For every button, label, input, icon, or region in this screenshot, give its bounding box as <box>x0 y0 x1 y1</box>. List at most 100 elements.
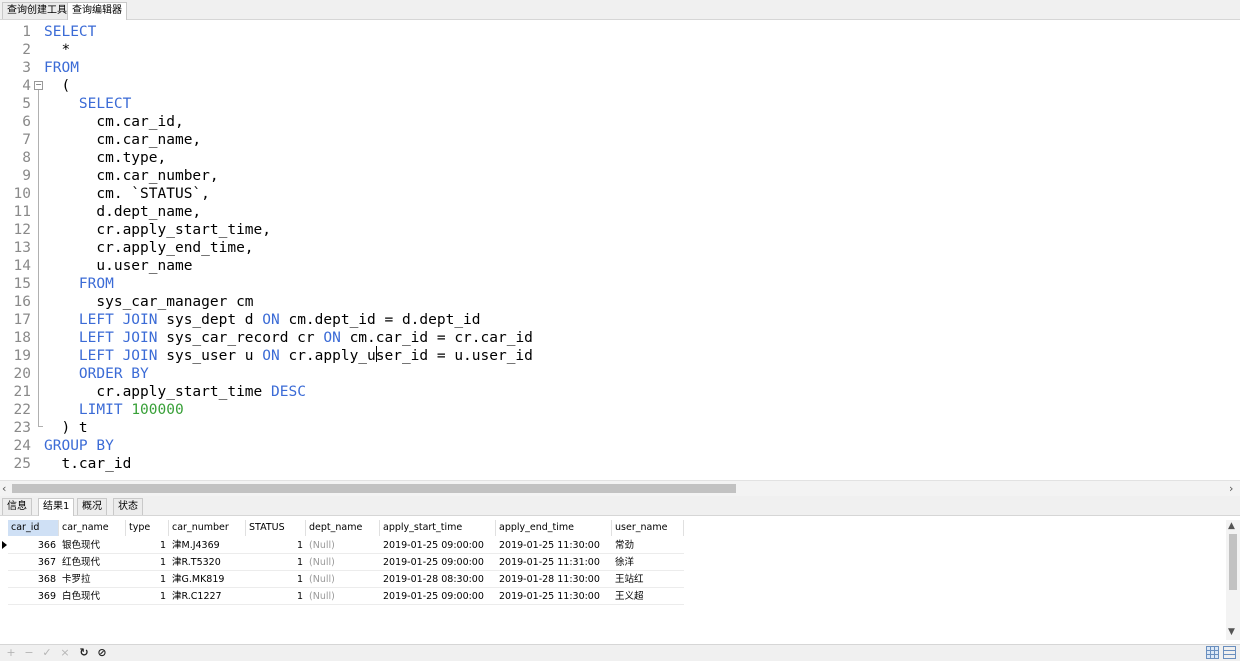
grid-cell[interactable]: 红色现代 <box>59 554 126 571</box>
scrollbar-thumb[interactable] <box>1229 534 1237 590</box>
code-line[interactable]: cr.apply_end_time, <box>44 239 253 257</box>
grid-vertical-scrollbar[interactable]: ▲ ▼ <box>1226 520 1240 640</box>
grid-cell[interactable]: 王站红 <box>612 571 684 588</box>
code-line[interactable]: GROUP BY <box>44 437 114 455</box>
scroll-up-icon[interactable]: ▲ <box>1228 521 1235 531</box>
form-view-icon[interactable] <box>1223 646 1236 659</box>
tab-query-builder[interactable]: 查询创建工具 <box>2 2 72 19</box>
code-line[interactable]: ) t <box>44 419 87 437</box>
grid-cell[interactable]: 津R.C1227 <box>169 588 246 605</box>
code-line[interactable]: SELECT <box>44 95 131 113</box>
code-line[interactable]: ORDER BY <box>44 365 149 383</box>
tab-info[interactable]: 信息 <box>2 498 32 515</box>
tab-result1[interactable]: 结果1 <box>38 498 75 516</box>
scroll-down-icon[interactable]: ▼ <box>1228 627 1235 637</box>
line-number: 23 <box>13 420 31 436</box>
column-header-car-name[interactable]: car_name <box>59 520 126 536</box>
discard-changes-button[interactable]: × <box>58 645 72 661</box>
line-number: 6 <box>22 114 31 130</box>
grid-cell[interactable]: 2019-01-25 11:31:00 <box>496 554 612 571</box>
code-line[interactable]: sys_car_manager cm <box>44 293 253 311</box>
grid-cell[interactable]: 徐洋 <box>612 554 684 571</box>
grid-cell[interactable]: 366 <box>8 537 59 554</box>
grid-cell[interactable]: 津R.T5320 <box>169 554 246 571</box>
grid-cell[interactable]: 银色现代 <box>59 537 126 554</box>
code-line[interactable]: LEFT JOIN sys_user u ON cr.apply_user_id… <box>44 347 533 365</box>
tab-query-editor[interactable]: 查询编辑器 <box>67 2 127 20</box>
grid-cell[interactable]: 1 <box>126 588 169 605</box>
grid-cell[interactable]: (Null) <box>306 588 380 605</box>
grid-cell[interactable]: 2019-01-28 11:30:00 <box>496 571 612 588</box>
code-line[interactable]: cm. `STATUS`, <box>44 185 210 203</box>
code-line[interactable]: cm.car_id, <box>44 113 183 131</box>
grid-cell[interactable]: 王义超 <box>612 588 684 605</box>
grid-cell[interactable]: 1 <box>246 537 306 554</box>
grid-cell[interactable]: 1 <box>246 571 306 588</box>
refresh-button[interactable]: ↻ <box>77 645 91 661</box>
code-line[interactable]: d.dept_name, <box>44 203 201 221</box>
code-line[interactable]: u.user_name <box>44 257 192 275</box>
sql-editor[interactable]: 1 2 3 4 5 6 7 8 9 10 11 12 13 14 15 16 17 18 19 20 21 22 23 24 2… <box>0 20 1240 480</box>
column-header-status[interactable]: STATUS <box>246 520 306 536</box>
code-line[interactable]: LEFT JOIN sys_car_record cr ON cm.car_id… <box>44 329 533 347</box>
column-header-dept-name[interactable]: dept_name <box>306 520 380 536</box>
code-line[interactable]: cm.type, <box>44 149 166 167</box>
grid-cell[interactable]: 1 <box>126 571 169 588</box>
stop-button[interactable]: ⊘ <box>95 645 109 661</box>
code-line[interactable]: cm.car_number, <box>44 167 218 185</box>
grid-cell[interactable]: 2019-01-25 09:00:00 <box>380 537 496 554</box>
grid-view-icon[interactable] <box>1206 646 1219 659</box>
column-header-car-id[interactable]: car_id <box>8 520 59 536</box>
code-line[interactable]: t.car_id <box>44 455 131 473</box>
grid-cell[interactable]: 368 <box>8 571 59 588</box>
scrollbar-thumb[interactable] <box>12 484 736 493</box>
grid-cell[interactable]: 白色现代 <box>59 588 126 605</box>
code-line[interactable]: LIMIT 100000 <box>44 401 184 419</box>
code-line[interactable]: cm.car_name, <box>44 131 201 149</box>
code-line[interactable]: cr.apply_start_time DESC <box>44 383 306 401</box>
code-line[interactable]: ( <box>44 77 70 95</box>
grid-cell[interactable]: 2019-01-25 11:30:00 <box>496 588 612 605</box>
grid-cell[interactable]: 1 <box>126 537 169 554</box>
column-header-apply-start-time[interactable]: apply_start_time <box>380 520 496 536</box>
tab-profile[interactable]: 概况 <box>77 498 107 515</box>
code-line[interactable]: FROM <box>44 59 79 77</box>
grid-cell[interactable]: 2019-01-28 08:30:00 <box>380 571 496 588</box>
add-record-button[interactable]: + <box>4 645 18 661</box>
code-line[interactable]: FROM <box>44 275 114 293</box>
grid-cell[interactable]: 369 <box>8 588 59 605</box>
grid-cell[interactable]: (Null) <box>306 571 380 588</box>
grid-cell[interactable]: 1 <box>246 554 306 571</box>
grid-cell[interactable]: 卡罗拉 <box>59 571 126 588</box>
grid-cell[interactable]: 津G.MK819 <box>169 571 246 588</box>
column-header-car-number[interactable]: car_number <box>169 520 246 536</box>
scroll-right-icon[interactable]: › <box>1229 481 1233 496</box>
grid-cell[interactable]: 1 <box>126 554 169 571</box>
grid-cell[interactable]: 常劲 <box>612 537 684 554</box>
column-header-user-name[interactable]: user_name <box>612 520 684 536</box>
grid-cell[interactable]: 2019-01-25 09:00:00 <box>380 554 496 571</box>
code-line[interactable]: SELECT <box>44 23 96 41</box>
code-line[interactable]: * <box>44 41 70 59</box>
grid-cell[interactable]: 2019-01-25 11:30:00 <box>496 537 612 554</box>
grid-cell[interactable]: 367 <box>8 554 59 571</box>
delete-record-button[interactable]: − <box>22 645 36 661</box>
fold-collapse-icon[interactable]: − <box>34 81 43 90</box>
grid-cell[interactable]: 1 <box>246 588 306 605</box>
editor-horizontal-scrollbar[interactable]: ‹ › <box>0 480 1240 496</box>
grid-cell[interactable]: 津M.J4369 <box>169 537 246 554</box>
result-grid[interactable]: car_id car_name type car_number STATUS dept_n… <box>0 516 1240 644</box>
line-number: 10 <box>13 186 31 202</box>
tab-status[interactable]: 状态 <box>113 498 143 515</box>
grid-cell[interactable]: (Null) <box>306 554 380 571</box>
scroll-left-icon[interactable]: ‹ <box>2 481 6 496</box>
grid-cell[interactable]: (Null) <box>306 537 380 554</box>
column-header-apply-end-time[interactable]: apply_end_time <box>496 520 612 536</box>
code-line[interactable]: LEFT JOIN sys_dept d ON cm.dept_id = d.d… <box>44 311 481 329</box>
column-header-type[interactable]: type <box>126 520 169 536</box>
code-line[interactable]: cr.apply_start_time, <box>44 221 271 239</box>
apply-changes-button[interactable]: ✓ <box>40 645 54 661</box>
grid-cell[interactable]: 2019-01-25 09:00:00 <box>380 588 496 605</box>
